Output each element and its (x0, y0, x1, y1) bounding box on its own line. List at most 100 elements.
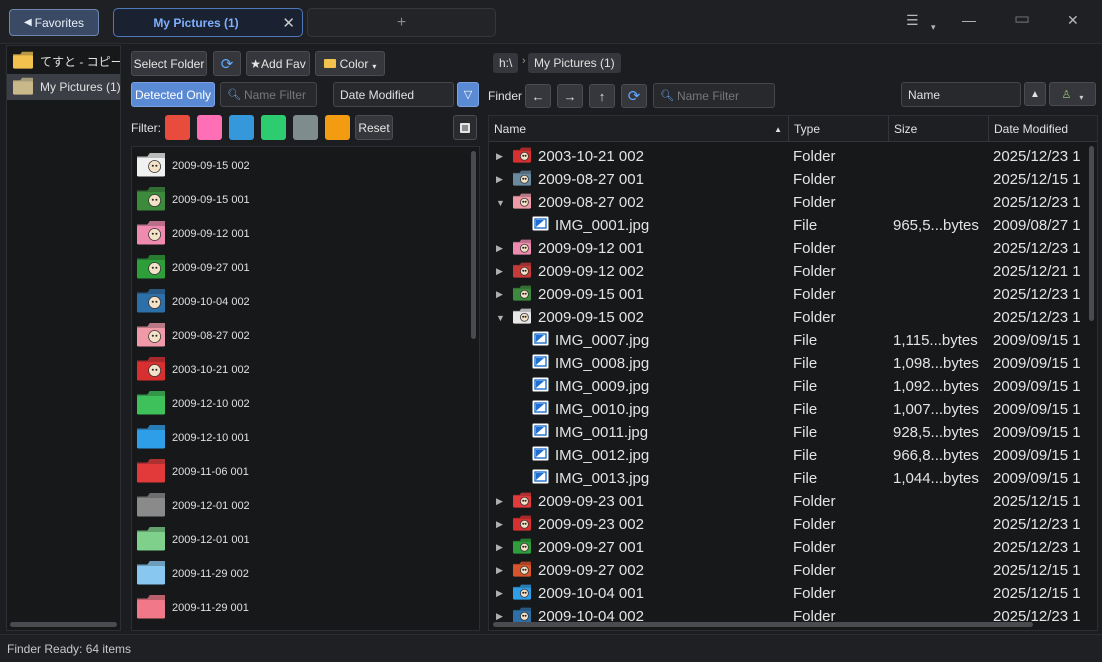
table-row[interactable]: ▶ 2009-09-27 001 Folder 2025/12/23 1 (489, 536, 1089, 559)
folder-list-item[interactable]: 2009-12-10 001 (132, 421, 479, 455)
table-row[interactable]: IMG_0009.jpg File 1,092...bytes 2009/09/15 … (489, 375, 1089, 398)
folder-list-item[interactable]: 2009-12-01 002 (132, 489, 479, 523)
table-row[interactable]: IMG_0010.jpg File 1,007...bytes 2009/09/15 … (489, 398, 1089, 421)
folder-list-item[interactable]: 2009-12-01 001 (132, 523, 479, 557)
finder-horizontal-scrollbar[interactable] (493, 622, 1033, 627)
name-filter-input[interactable]: 🔍︎ Name Filter (220, 82, 317, 107)
folder-list-item[interactable]: 2009-11-06 001 (132, 455, 479, 489)
table-row[interactable]: ▶ 2009-10-04 001 Folder 2025/12/15 1 (489, 582, 1089, 605)
folder-list-item[interactable]: 2009-09-27 001 (132, 251, 479, 285)
table-row[interactable]: IMG_0012.jpg File 966,8...bytes 2009/09/15 … (489, 444, 1089, 467)
column-header-name[interactable]: Name ▲ (489, 116, 789, 142)
favorite-item[interactable]: My Pictures (1) (7, 74, 120, 100)
folder-list-item[interactable]: 2009-08-27 002 (132, 319, 479, 353)
collapsed-arrow-icon[interactable]: ▶ (496, 168, 503, 191)
color-swatch[interactable] (325, 115, 350, 140)
folder-list-item[interactable]: 2009-12-10 002 (132, 387, 479, 421)
table-row[interactable]: IMG_0008.jpg File 1,098...bytes 2009/09/15 … (489, 352, 1089, 375)
sort-field-select[interactable]: Date Modified (333, 82, 454, 107)
table-row[interactable]: ▶ 2009-09-12 002 Folder 2025/12/21 1 (489, 260, 1089, 283)
expanded-arrow-icon[interactable]: ▼ (496, 306, 505, 329)
table-row[interactable]: IMG_0001.jpg File 965,5...bytes 2009/08/27 … (489, 214, 1089, 237)
cell-type: File (793, 355, 818, 372)
folder-list-item[interactable]: 2009-09-12 001 (132, 217, 479, 251)
breadcrumb-root[interactable]: h:\ (493, 53, 519, 73)
folder-list-item[interactable]: 2009-11-29 002 (132, 557, 479, 591)
collapsed-arrow-icon[interactable]: ▶ (496, 145, 503, 168)
favorites-horizontal-scrollbar[interactable] (10, 622, 117, 627)
finder-name-filter-input[interactable]: 🔍︎ Name Filter (653, 83, 775, 108)
refresh-icon[interactable]: ⟳ (621, 84, 647, 108)
table-row[interactable]: ▶ 2009-09-15 001 Folder 2025/12/23 1 (489, 283, 1089, 306)
select-folder-button[interactable]: Select Folder (131, 51, 207, 76)
finder-sort-field-select[interactable]: Name (901, 82, 1021, 107)
tab-my-pictures[interactable]: My Pictures (1) ✕ (113, 8, 303, 37)
column-header-date-modified[interactable]: Date Modified (989, 116, 1097, 142)
name-filter-placeholder: Name Filter (243, 87, 306, 102)
cell-name: IMG_0009.jpg (532, 375, 782, 398)
cell-date: 2025/12/23 1 (993, 148, 1081, 165)
menu-icon[interactable]: ☰ (906, 12, 919, 29)
detected-only-toggle[interactable]: Detected Only (131, 82, 215, 107)
folder-list-item[interactable]: 2009-09-15 001 (132, 183, 479, 217)
collapsed-arrow-icon[interactable]: ▶ (496, 283, 503, 306)
color-swatch[interactable] (229, 115, 254, 140)
refresh-icon[interactable]: ⟳ (213, 51, 241, 76)
collapsed-arrow-icon[interactable]: ▶ (496, 260, 503, 283)
table-row[interactable]: ▼ 2009-09-15 002 Folder 2025/12/23 1 (489, 306, 1089, 329)
color-dropdown[interactable]: Color ▾ (315, 51, 385, 76)
folder-list-scrollbar[interactable] (471, 151, 476, 339)
color-swatch[interactable] (165, 115, 190, 140)
collapsed-arrow-icon[interactable]: ▶ (496, 559, 503, 582)
table-row[interactable]: ▶ 2009-08-27 001 Folder 2025/12/15 1 (489, 168, 1089, 191)
folder-icon (136, 492, 166, 520)
maximize-icon[interactable]: ▭ (1014, 9, 1030, 29)
folder-icon (12, 77, 34, 98)
tree-view-dropdown[interactable]: ♙ ▾ (1049, 82, 1096, 106)
finder-vertical-scrollbar[interactable] (1089, 146, 1094, 321)
collapsed-arrow-icon[interactable]: ▶ (496, 513, 503, 536)
folder-list-item[interactable]: 2009-11-29 001 (132, 591, 479, 625)
close-window-icon[interactable]: ✕ (1067, 12, 1079, 29)
folder-icon (136, 594, 166, 622)
table-row[interactable]: ▶ 2009-09-23 002 Folder 2025/12/23 1 (489, 513, 1089, 536)
sort-direction-icon[interactable]: ▽ (457, 82, 479, 107)
add-favorite-button[interactable]: ★ Add Fav (246, 51, 310, 76)
collapsed-arrow-icon[interactable]: ▶ (496, 237, 503, 260)
color-swatch[interactable] (261, 115, 286, 140)
color-swatch[interactable] (293, 115, 318, 140)
list-view-icon[interactable] (453, 115, 477, 140)
table-row[interactable]: ▶ 2009-09-12 001 Folder 2025/12/23 1 (489, 237, 1089, 260)
table-row[interactable]: ▶ 2009-09-27 002 Folder 2025/12/15 1 (489, 559, 1089, 582)
column-header-size[interactable]: Size (889, 116, 989, 142)
up-arrow-icon[interactable]: ↑ (589, 84, 615, 108)
table-row[interactable]: IMG_0013.jpg File 1,044...bytes 2009/09/15 … (489, 467, 1089, 490)
forward-arrow-icon[interactable]: → (557, 84, 583, 108)
collapsed-arrow-icon[interactable]: ▶ (496, 490, 503, 513)
color-swatch[interactable] (197, 115, 222, 140)
expanded-arrow-icon[interactable]: ▼ (496, 191, 505, 214)
color-filter-reset-button[interactable]: Reset (355, 115, 393, 140)
new-tab-button[interactable]: + (307, 8, 496, 37)
folder-list-item[interactable]: 2003-10-21 002 (132, 353, 479, 387)
column-header-type[interactable]: Type (789, 116, 889, 142)
folder-icon (136, 390, 166, 418)
sort-ascending-icon[interactable]: ▲ (1024, 82, 1046, 106)
back-arrow-icon[interactable]: ← (525, 84, 551, 108)
table-row[interactable]: IMG_0011.jpg File 928,5...bytes 2009/09/15 … (489, 421, 1089, 444)
cell-name: 2009-09-12 002 (512, 260, 782, 283)
minimize-icon[interactable]: — (962, 12, 976, 28)
table-row[interactable]: ▶ 2009-09-23 001 Folder 2025/12/15 1 (489, 490, 1089, 513)
collapsed-arrow-icon[interactable]: ▶ (496, 536, 503, 559)
table-row[interactable]: IMG_0007.jpg File 1,115...bytes 2009/09/15 … (489, 329, 1089, 352)
menu-dropdown-icon[interactable]: ▾ (931, 22, 936, 33)
close-tab-icon[interactable]: ✕ (282, 14, 295, 32)
folder-list-item[interactable]: 2009-10-04 002 (132, 285, 479, 319)
favorite-item[interactable]: てすと - コピー (7, 48, 120, 74)
favorites-toggle-button[interactable]: ◀ Favorites (9, 9, 99, 36)
collapsed-arrow-icon[interactable]: ▶ (496, 582, 503, 605)
folder-list-item[interactable]: 2009-09-15 002 (132, 149, 479, 183)
table-row[interactable]: ▼ 2009-08-27 002 Folder 2025/12/23 1 (489, 191, 1089, 214)
breadcrumb-folder[interactable]: My Pictures (1) (528, 53, 621, 73)
table-row[interactable]: ▶ 2003-10-21 002 Folder 2025/12/23 1 (489, 145, 1089, 168)
